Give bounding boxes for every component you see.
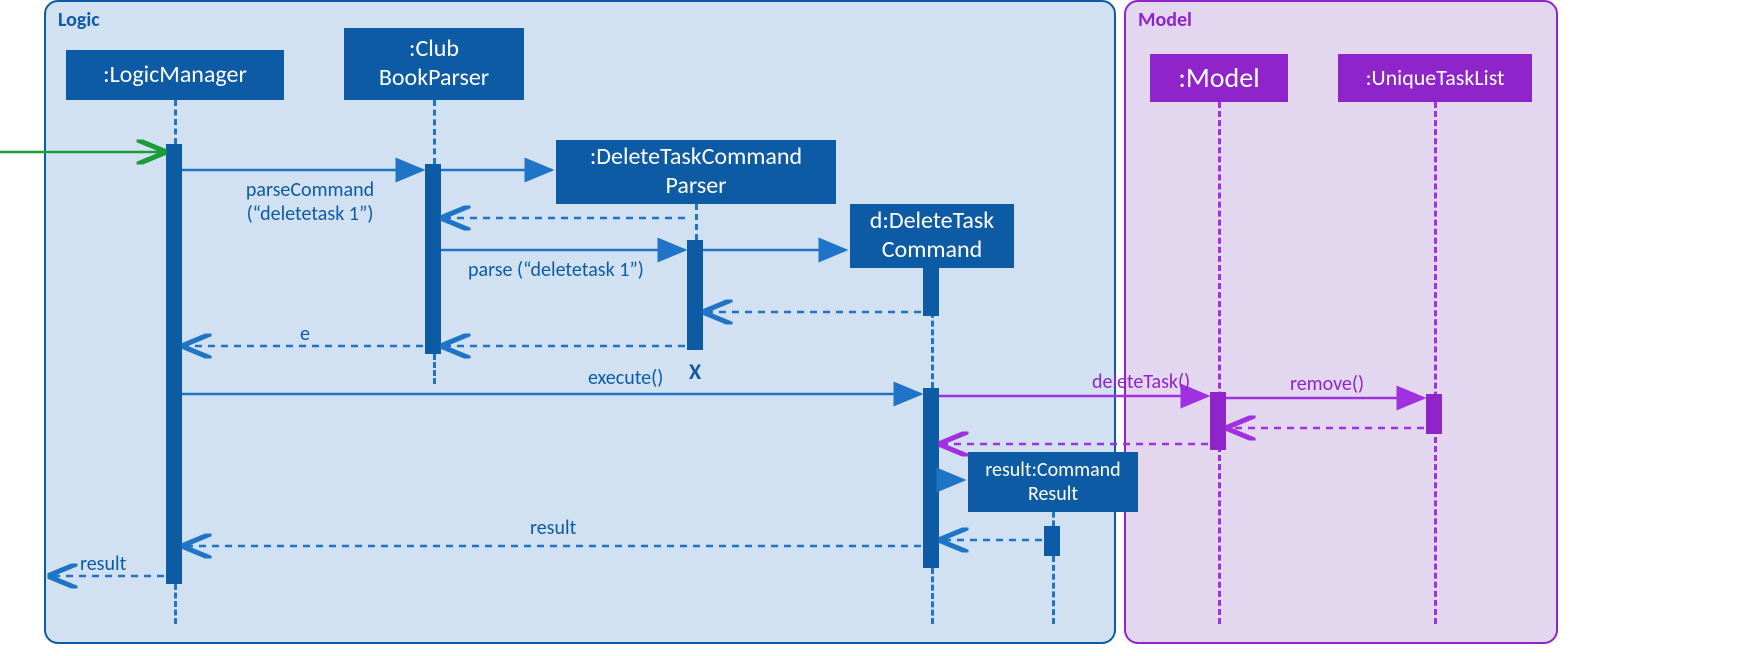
participant-delete-task-command-parser-label: :DeleteTaskCommand Parser: [572, 143, 820, 201]
lifeline-dtcp: [695, 204, 698, 240]
participant-command-result-label: result:Command Result: [984, 458, 1122, 506]
msg-e: e: [300, 322, 310, 346]
lifeline-command-result-bottom: [1052, 556, 1055, 624]
activation-dtc-execute: [923, 388, 939, 568]
msg-delete-task: deleteTask(): [1092, 370, 1190, 394]
participant-model: :Model: [1150, 54, 1288, 102]
activation-dtc-create: [923, 268, 939, 316]
lifeline-command-result: [1052, 512, 1055, 526]
participant-club-book-parser-label: :Club BookParser: [360, 35, 508, 93]
lifeline-club-book-parser-bottom: [433, 354, 436, 384]
activation-club-book-parser: [425, 164, 441, 354]
participant-logic-manager-label: :LogicManager: [103, 61, 247, 90]
lifeline-dtc-bottom: [931, 568, 934, 624]
msg-result-final: result: [80, 552, 126, 576]
model-frame-label: Model: [1138, 8, 1192, 32]
activation-unique-task-list: [1426, 394, 1442, 434]
activation-model: [1210, 392, 1226, 450]
participant-model-label: :Model: [1178, 61, 1259, 95]
participant-unique-task-list-label: :UniqueTaskList: [1366, 65, 1505, 91]
msg-result-return: result: [530, 516, 576, 540]
lifeline-logic-manager: [174, 100, 177, 144]
participant-logic-manager: :LogicManager: [66, 50, 284, 100]
msg-parse: parse (“deletetask 1”): [468, 258, 644, 282]
participant-delete-task-command: d:DeleteTask Command: [850, 204, 1014, 268]
sequence-diagram: Logic Model :LogicManager :Club BookPars…: [0, 0, 1763, 656]
logic-frame-label: Logic: [58, 8, 100, 32]
participant-unique-task-list: :UniqueTaskList: [1338, 54, 1532, 102]
destroy-marker: X: [689, 358, 701, 385]
msg-remove: remove(): [1290, 372, 1364, 396]
activation-logic-manager: [166, 144, 182, 584]
activation-dtcp: [687, 240, 703, 350]
lifeline-logic-manager-bottom: [174, 584, 177, 624]
participant-delete-task-command-parser: :DeleteTaskCommand Parser: [556, 140, 836, 204]
activation-command-result: [1044, 526, 1060, 556]
participant-delete-task-command-label: d:DeleteTask Command: [866, 207, 998, 265]
msg-parse-command: parseCommand (“deletetask 1”): [210, 178, 410, 226]
participant-club-book-parser: :Club BookParser: [344, 28, 524, 100]
lifeline-model: [1218, 102, 1221, 624]
lifeline-club-book-parser: [433, 100, 436, 164]
lifeline-unique-task-list: [1434, 102, 1437, 624]
participant-command-result: result:Command Result: [968, 452, 1138, 512]
msg-execute: execute(): [588, 366, 663, 390]
